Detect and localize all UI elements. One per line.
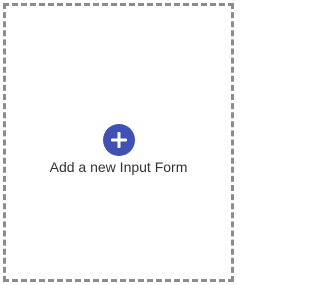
add-button[interactable] — [102, 124, 135, 156]
add-input-form-card[interactable]: Add a new Input Form — [3, 3, 234, 282]
plus-icon — [110, 132, 127, 148]
add-input-form-label: Add a new Input Form — [49, 159, 188, 175]
add-input-form-content[interactable]: Add a new Input Form — [6, 124, 231, 176]
